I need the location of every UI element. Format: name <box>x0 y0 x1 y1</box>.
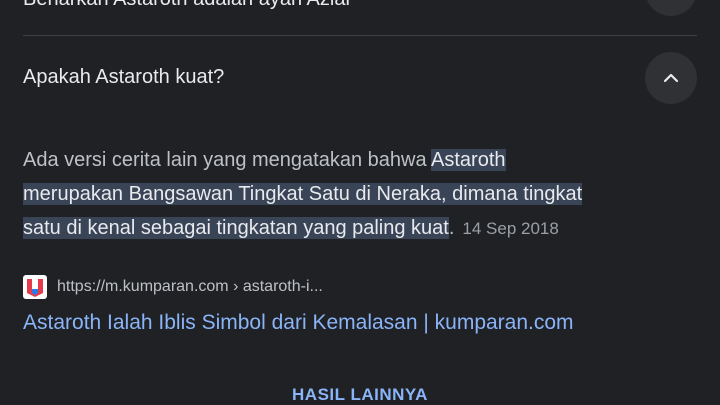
answer-date: 14 Sep 2018 <box>462 219 559 238</box>
source-url: https://m.kumparan.com › astaroth-i... <box>57 278 323 295</box>
previous-faq-item[interactable]: Benarkan Astaroth adalah ayah Azial <box>23 0 697 16</box>
collapse-button[interactable] <box>645 52 697 104</box>
source-citation[interactable]: https://m.kumparan.com › astaroth-i... <box>23 274 323 300</box>
answer-highlight: satu di kenal sebagai tingkatan yang pal… <box>23 217 449 239</box>
divider <box>23 35 697 36</box>
search-results-page: Benarkan Astaroth adalah ayah Azial Apak… <box>0 0 720 405</box>
faq-answer: Ada versi cerita lain yang mengatakan ba… <box>23 143 699 246</box>
more-results-button[interactable]: HASIL LAINNYA <box>0 385 720 405</box>
kumparan-favicon-icon <box>23 275 47 299</box>
previous-question-text: Benarkan Astaroth adalah ayah Azial <box>23 0 350 11</box>
result-title-link[interactable]: Astaroth Ialah Iblis Simbol dari Kemalas… <box>23 311 574 335</box>
answer-end: . <box>448 217 455 239</box>
answer-text: Ada versi cerita lain yang mengatakan ba… <box>23 149 432 171</box>
faq-question[interactable]: Apakah Astaroth kuat? <box>23 66 224 89</box>
previous-expand-button[interactable] <box>645 0 697 16</box>
answer-highlight: merupakan Bangsawan Tingkat Satu di Nera… <box>23 183 583 205</box>
chevron-up-icon <box>663 73 679 83</box>
answer-highlight: Astaroth <box>431 149 506 171</box>
